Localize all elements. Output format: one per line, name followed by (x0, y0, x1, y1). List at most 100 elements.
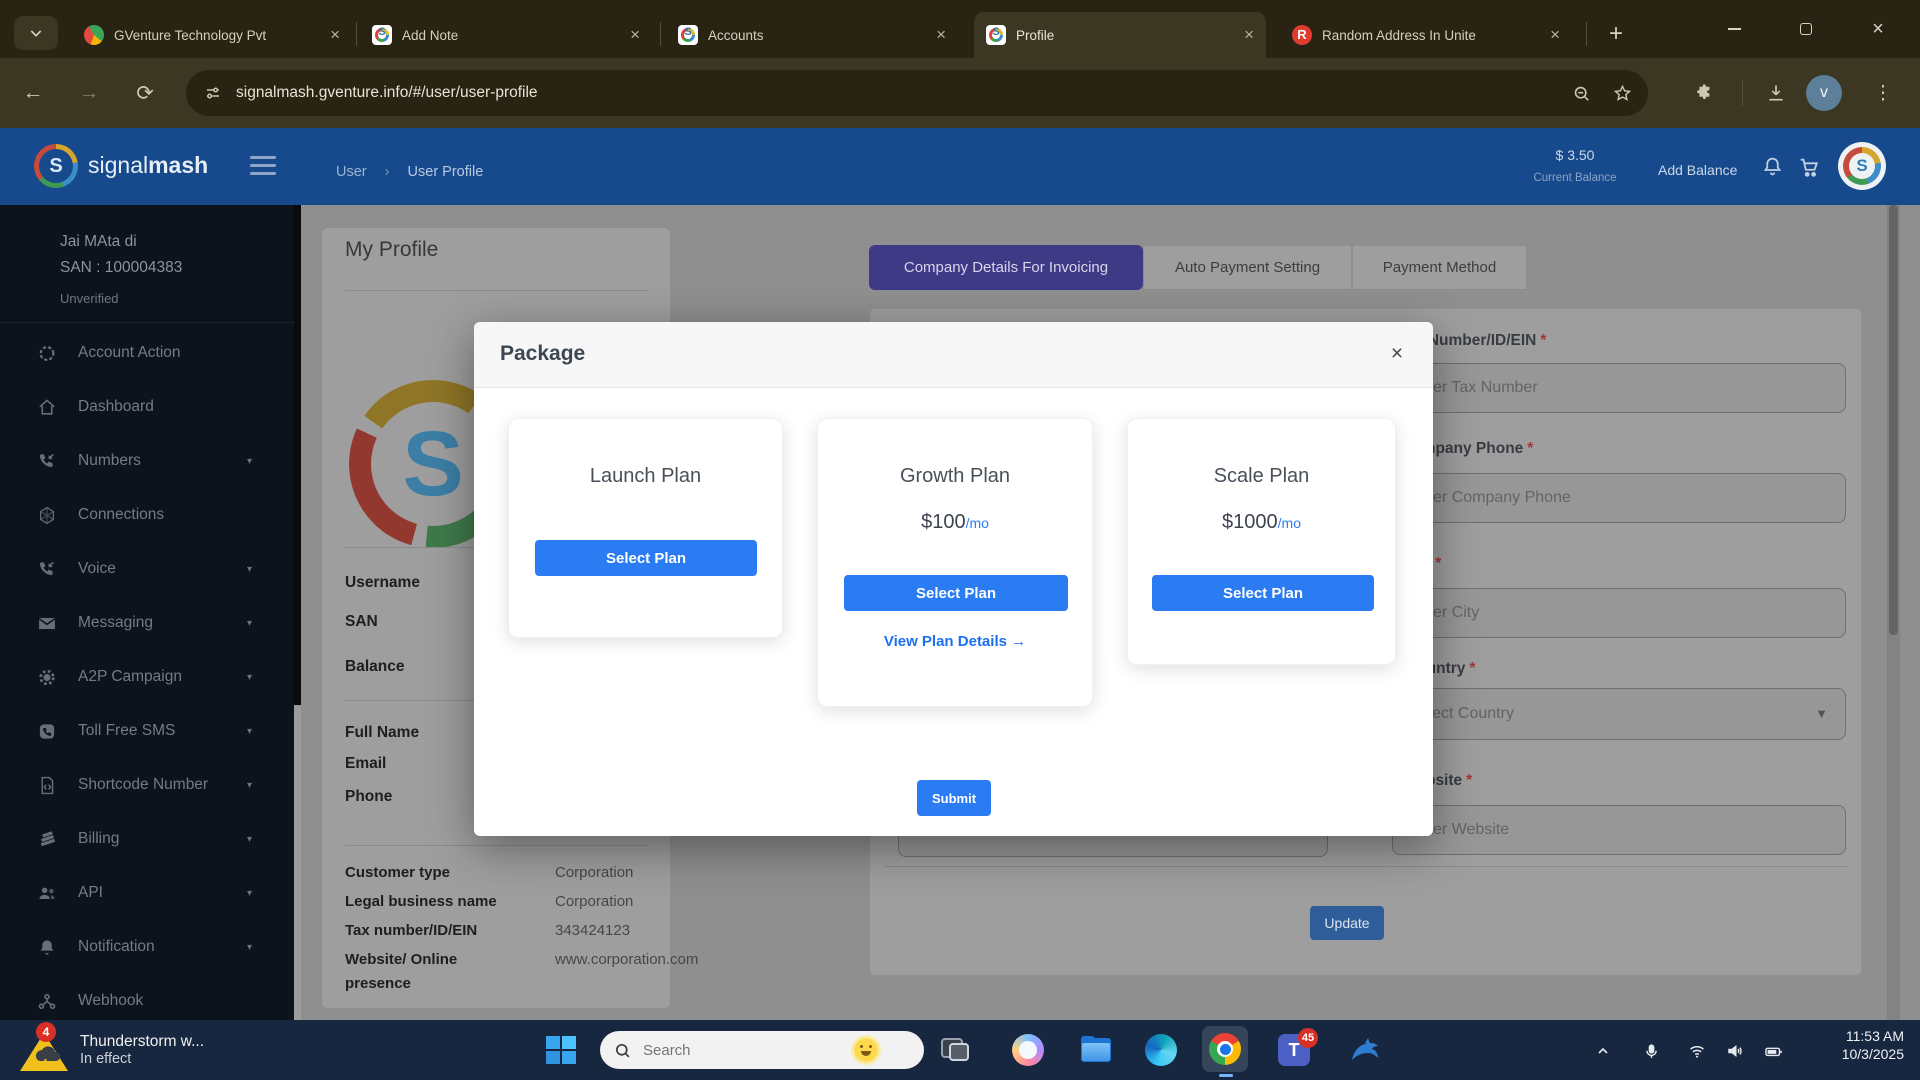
tab-close-icon[interactable]: × (1550, 25, 1560, 45)
website-field[interactable] (1392, 805, 1846, 855)
dolphin-app-icon[interactable] (1348, 1034, 1380, 1066)
breadcrumb-user[interactable]: User (336, 164, 367, 180)
sidebar-item-dashboard[interactable]: Dashboard (0, 380, 294, 434)
tab-close-icon[interactable]: × (936, 25, 946, 45)
sidebar-item-messaging[interactable]: Messaging ▾ (0, 596, 294, 650)
browser-profile-avatar[interactable]: v (1806, 75, 1842, 111)
breadcrumb-current: User Profile (408, 164, 484, 180)
tray-battery-icon[interactable] (1760, 1038, 1786, 1064)
sidebar-item-toll-free-sms[interactable]: Toll Free SMS ▾ (0, 704, 294, 758)
add-balance-button[interactable]: Add Balance (1658, 162, 1737, 178)
company-phone-field[interactable] (1392, 473, 1846, 523)
site-info-icon[interactable] (204, 84, 222, 102)
tab-payment-method[interactable]: Payment Method (1352, 245, 1527, 290)
sidebar-toggle-hamburger[interactable] (250, 151, 276, 180)
avatar-logo-icon: S (1843, 147, 1881, 185)
close-window-button[interactable]: × (1856, 12, 1900, 46)
app-header (0, 128, 1920, 205)
browser-tab-accounts[interactable]: S Accounts × (666, 12, 958, 58)
detail-label: Website/ Online (345, 951, 457, 968)
tray-mic-icon[interactable] (1638, 1038, 1664, 1064)
start-button[interactable] (546, 1036, 576, 1066)
url-text[interactable]: signalmash.gventure.info/#/user/user-pro… (236, 84, 538, 102)
update-button[interactable]: Update (1310, 906, 1384, 940)
hexagon-network-icon (36, 506, 58, 525)
browser-tab-random-address[interactable]: R Random Address In Unite × (1280, 12, 1572, 58)
zoom-icon[interactable] (1572, 84, 1591, 103)
browser-tab-add-note[interactable]: S Add Note × (360, 12, 652, 58)
tab-search-button[interactable] (14, 16, 58, 50)
teams-icon[interactable]: T 45 (1278, 1034, 1310, 1066)
submit-button[interactable]: Submit (917, 780, 991, 816)
content-scrollbar-thumb[interactable] (294, 205, 301, 705)
tab-close-icon[interactable]: × (330, 25, 340, 45)
spinner-dots-icon (36, 344, 58, 363)
file-explorer-icon[interactable] (1080, 1034, 1112, 1066)
taskbar-clock[interactable]: 11:53 AM 10/3/2025 (1800, 1028, 1904, 1062)
sidebar-item-notification[interactable]: Notification ▾ (0, 920, 294, 974)
country-select[interactable]: Select Country ▼ (1392, 688, 1846, 740)
sidebar-item-a2p-campaign[interactable]: A2P Campaign ▾ (0, 650, 294, 704)
minimize-button[interactable] (1712, 12, 1756, 46)
maximize-button[interactable] (1784, 12, 1828, 46)
tab-close-icon[interactable]: × (630, 25, 640, 45)
sidebar-item-billing[interactable]: Billing ▾ (0, 812, 294, 866)
tax-number-field[interactable] (1392, 363, 1846, 413)
edge-browser-icon[interactable] (1145, 1034, 1177, 1066)
extensions-icon[interactable] (1694, 83, 1714, 103)
address-bar[interactable]: signalmash.gventure.info/#/user/user-pro… (186, 70, 1648, 116)
page-scrollbar-thumb[interactable] (1889, 205, 1898, 635)
view-plan-details-link[interactable]: View Plan Details → (818, 633, 1092, 650)
toolbar-divider (1742, 80, 1743, 106)
plan-name: Launch Plan (509, 465, 782, 488)
tab-title: Profile (1016, 28, 1234, 43)
select-plan-button[interactable]: Select Plan (535, 540, 757, 576)
tab-auto-payment[interactable]: Auto Payment Setting (1143, 245, 1352, 290)
tab-title: Add Note (402, 28, 620, 43)
tray-wifi-icon[interactable] (1684, 1038, 1710, 1064)
detail-value: Corporation (555, 893, 633, 910)
modal-header (474, 322, 1433, 388)
cart-icon[interactable] (1798, 156, 1820, 178)
chrome-active-highlight[interactable] (1202, 1026, 1248, 1072)
search-input[interactable] (641, 1041, 851, 1060)
bookmark-star-icon[interactable] (1613, 84, 1632, 103)
sidebar-item-connections[interactable]: Connections (0, 488, 294, 542)
tab-company-details[interactable]: Company Details For Invoicing (869, 245, 1143, 290)
back-button[interactable]: ← (16, 76, 50, 110)
modal-close-icon[interactable]: × (1381, 338, 1413, 370)
profile-row-label: Username (345, 574, 420, 592)
task-view-icon[interactable] (939, 1034, 971, 1066)
city-field[interactable] (1392, 588, 1846, 638)
home-icon (36, 398, 58, 417)
select-plan-button[interactable]: Select Plan (844, 575, 1068, 611)
downloads-icon[interactable] (1766, 83, 1786, 103)
new-tab-button[interactable]: + (1600, 18, 1632, 50)
sidebar-item-account-action[interactable]: Account Action (0, 326, 294, 380)
copilot-icon[interactable] (1012, 1034, 1044, 1066)
balance-amount: $ 3.50 (1520, 147, 1630, 163)
taskbar-weather-widget[interactable]: 4 Thunderstorm w... In effect (16, 1024, 266, 1076)
reload-button[interactable]: ⟳ (128, 76, 162, 110)
browser-tab-gventure[interactable]: GVenture Technology Pvt × (72, 12, 352, 58)
detail-label: Tax number/ID/EIN (345, 922, 477, 939)
sidebar-item-shortcode-number[interactable]: Shortcode Number ▾ (0, 758, 294, 812)
plan-card-scale: Scale Plan $1000/mo Select Plan (1127, 418, 1396, 665)
sidebar-item-numbers[interactable]: Numbers ▾ (0, 434, 294, 488)
notifications-bell-icon[interactable] (1762, 156, 1783, 177)
weather-alert-badge: 4 (36, 1022, 56, 1042)
select-plan-button[interactable]: Select Plan (1152, 575, 1374, 611)
browser-menu-kebab-icon[interactable]: ⋮ (1868, 76, 1898, 110)
user-avatar[interactable]: S (1838, 142, 1886, 190)
tab-close-icon[interactable]: × (1244, 25, 1254, 45)
taskbar-search[interactable] (600, 1031, 924, 1069)
tray-chevron-up-icon[interactable] (1590, 1038, 1616, 1064)
sidebar-item-voice[interactable]: Voice ▾ (0, 542, 294, 596)
sidebar-item-api[interactable]: API ▾ (0, 866, 294, 920)
tray-volume-icon[interactable] (1722, 1038, 1748, 1064)
plan-card-launch: Launch Plan Select Plan (508, 418, 783, 638)
browser-tab-profile-active[interactable]: S Profile × (974, 12, 1266, 58)
signalmash-favicon: S (678, 25, 698, 45)
forward-button[interactable]: → (72, 76, 106, 110)
detail-label: Legal business name (345, 893, 497, 910)
